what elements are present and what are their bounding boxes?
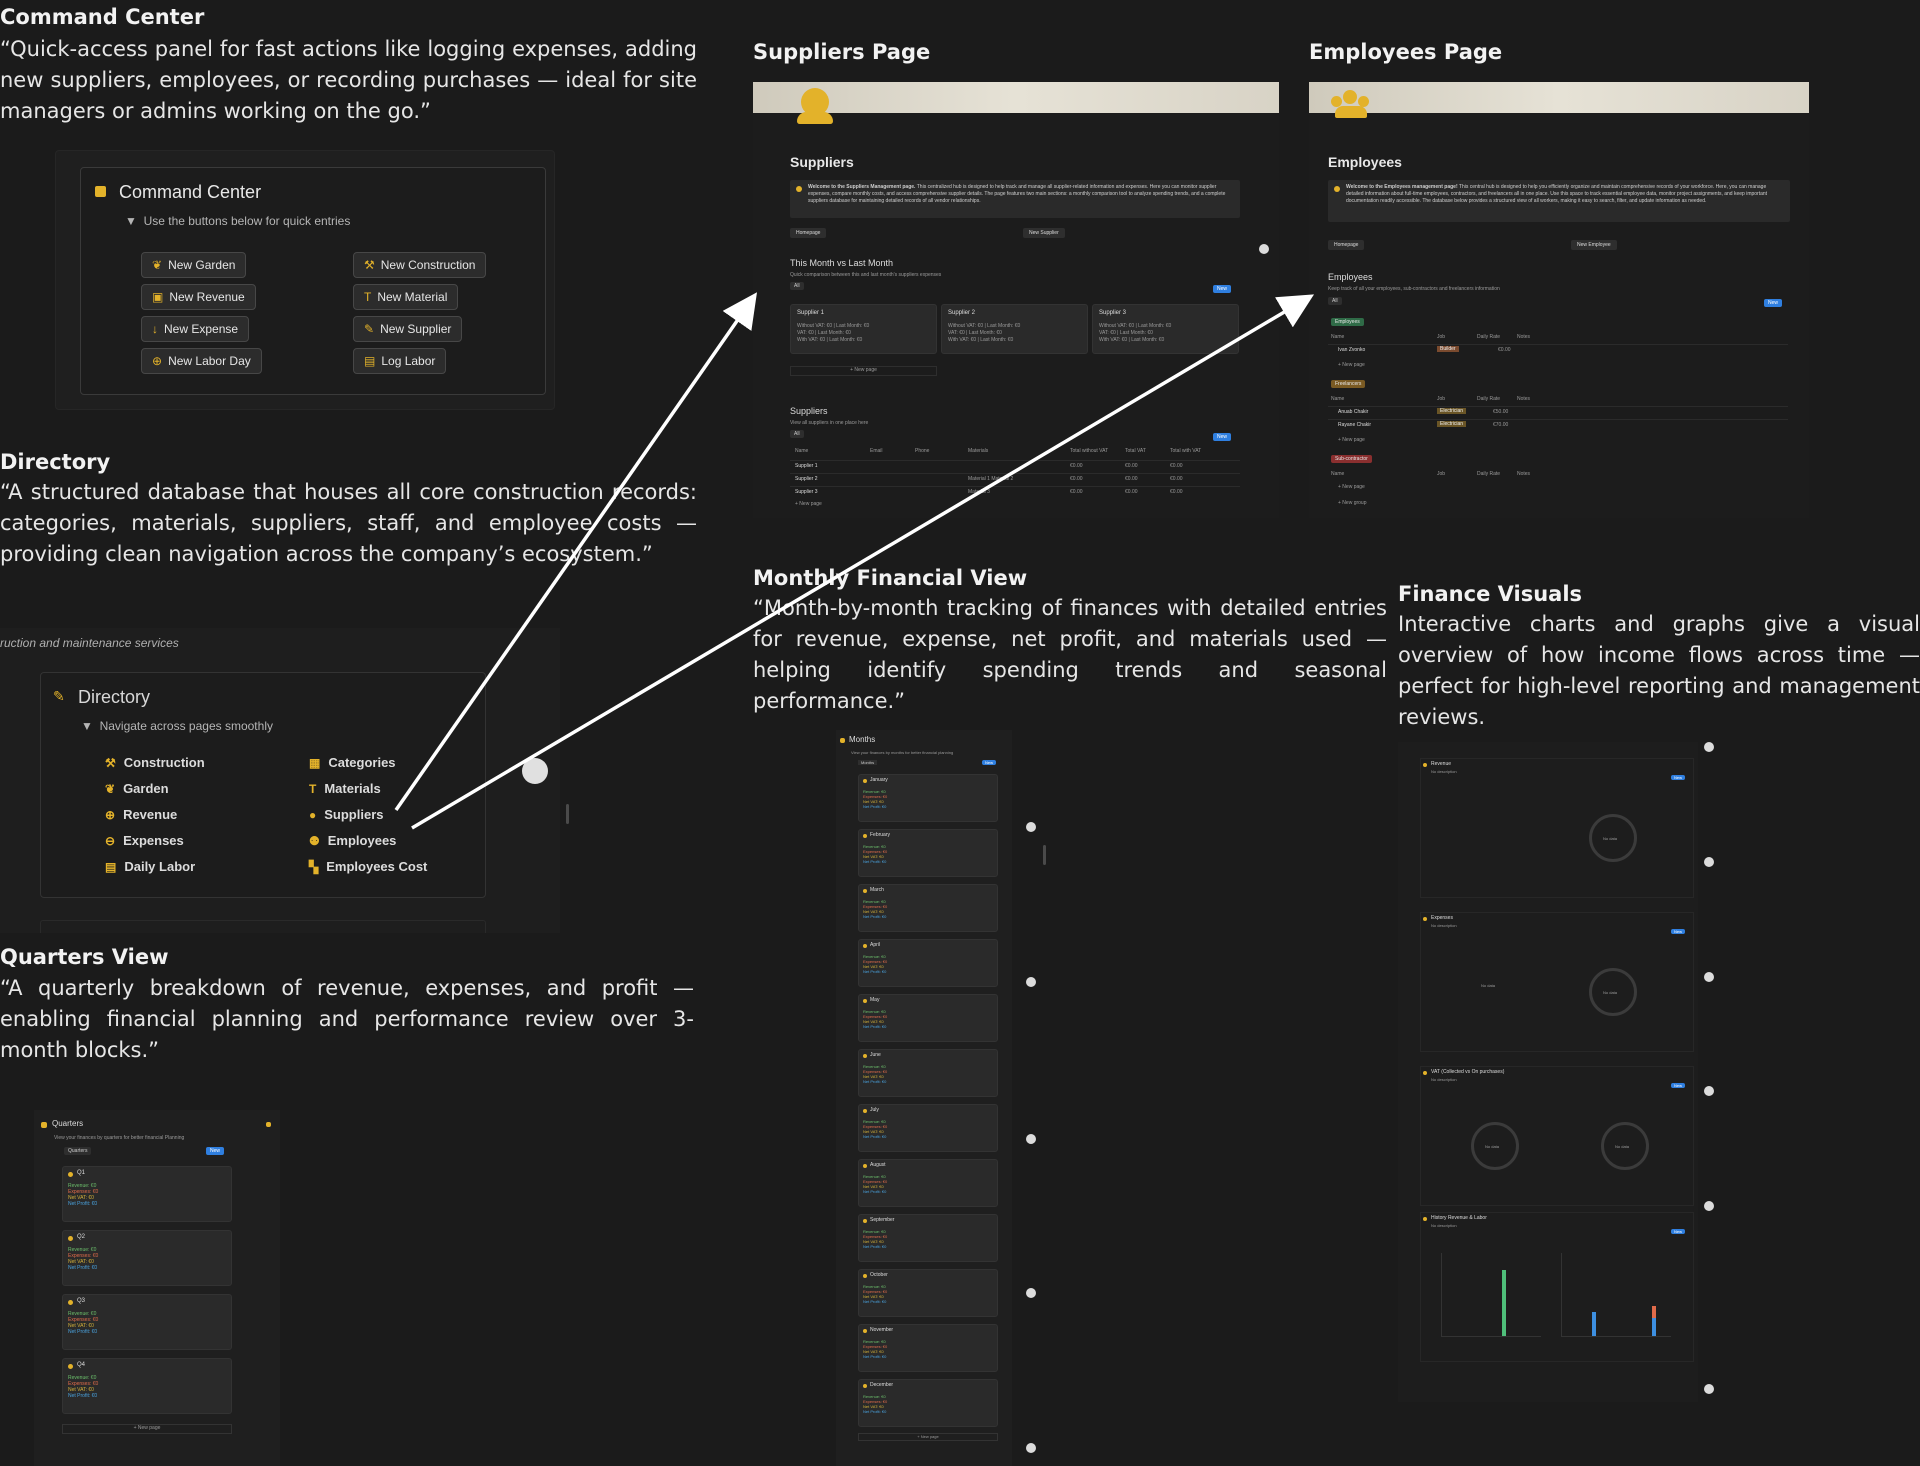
arrow-to-employees [411,294,1315,830]
annotation-arrows [394,292,1315,830]
